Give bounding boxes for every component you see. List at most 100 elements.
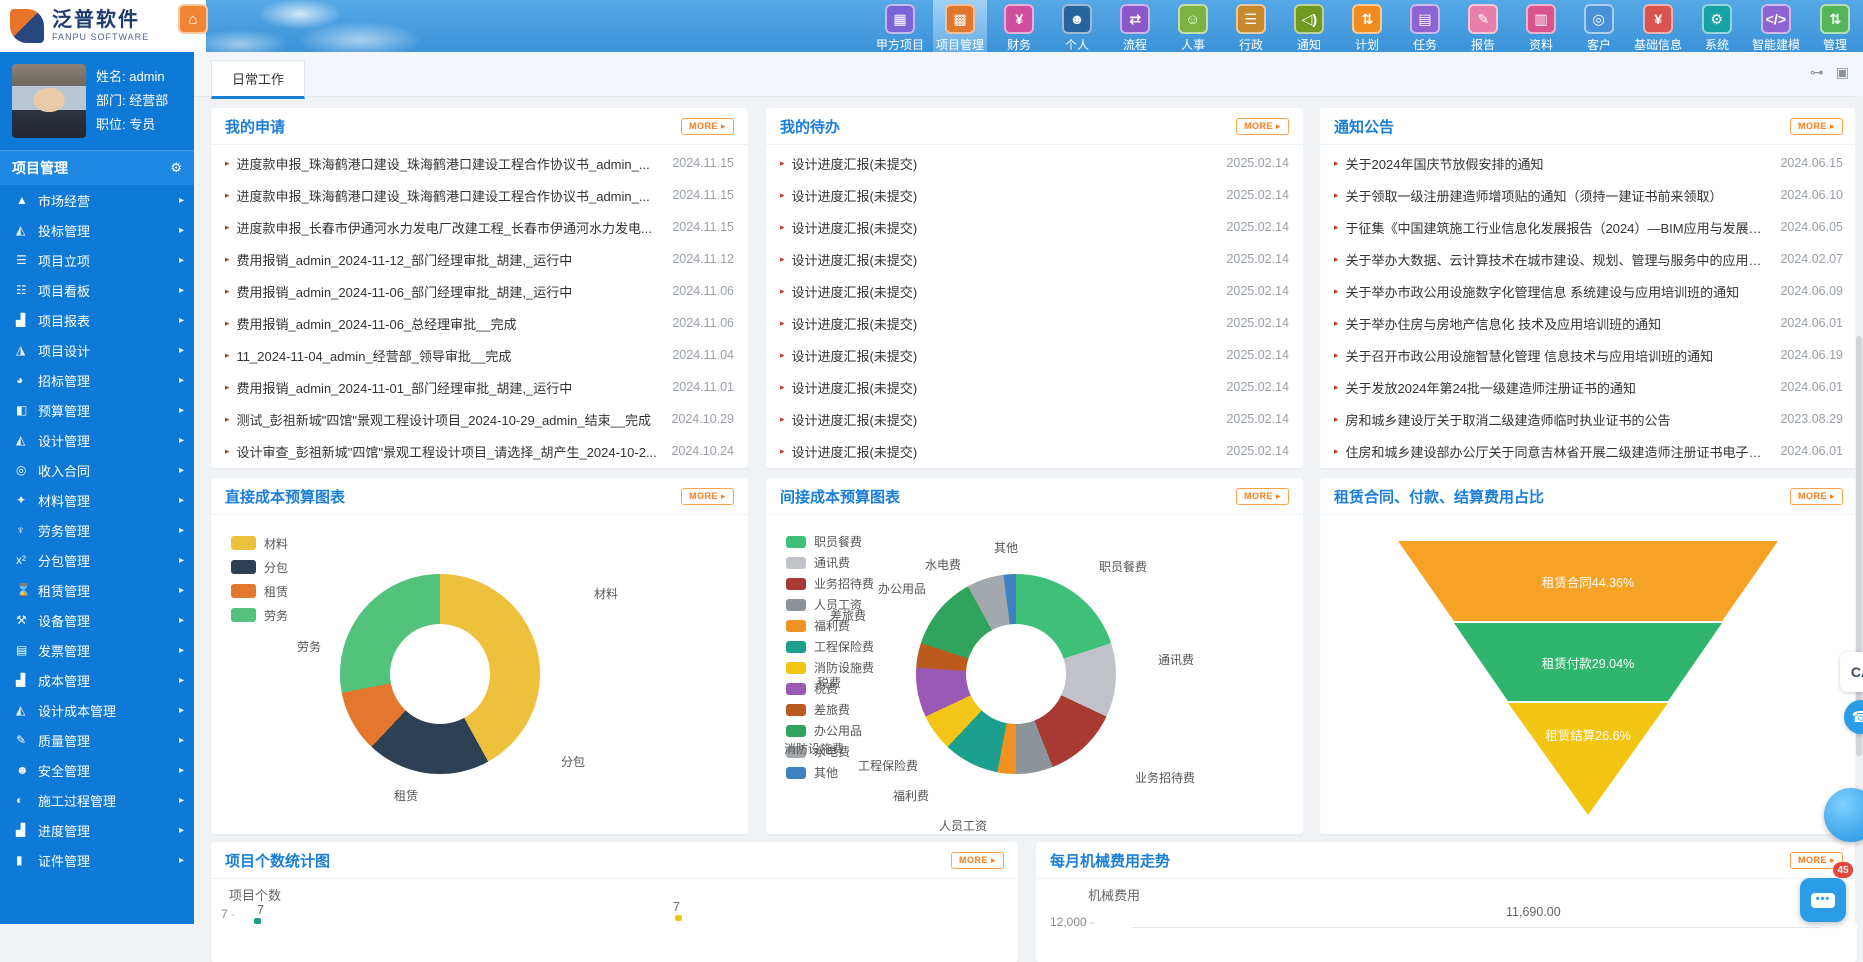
more-button[interactable]: MORE	[681, 488, 734, 505]
nav-item[interactable]: ✎ 报告	[1457, 0, 1509, 52]
legend-item[interactable]: 通讯费	[786, 552, 874, 573]
sidebar-menu-item[interactable]: ◐ 施工过程管理 ▸	[0, 785, 194, 815]
request-list-item[interactable]: ▸ 11_2024-11-04_admin_经营部_领导审批__完成 2024.…	[225, 339, 734, 371]
request-list-item[interactable]: ▸ 费用报销_admin_2024-11-06_总经理审批__完成 2024.1…	[225, 307, 734, 339]
sidebar-menu-item[interactable]: ◭ 投标管理 ▸	[0, 215, 194, 245]
nav-item[interactable]: ¥ 基础信息	[1631, 0, 1685, 52]
legend-item[interactable]: 差旅费	[786, 699, 874, 720]
project-count-chart[interactable]: 项目个数 7 7 7	[211, 879, 1018, 962]
scrollbar-thumb[interactable]	[1856, 336, 1862, 756]
request-list-item[interactable]: ▸ 测试_彭祖新城"四馆"景观工程设计项目_2024-10-29_admin_结…	[225, 403, 734, 435]
notice-list-item[interactable]: ▸ 关于举办市政公用设施数字化管理信息 系统建设与应用培训班的通知 2024.0…	[1334, 275, 1843, 307]
sidebar-menu-item[interactable]: ♆ 劳务管理 ▸	[0, 515, 194, 545]
funnel-segment[interactable]: 租赁合同44.36%	[1398, 541, 1778, 621]
sidebar-menu-item[interactable]: ▟ 进度管理 ▸	[0, 815, 194, 845]
request-list-item[interactable]: ▸ 费用报销_admin_2024-11-06_部门经理审批_胡建,_运行中 2…	[225, 275, 734, 307]
sidebar-menu-item[interactable]: ▤ 发票管理 ▸	[0, 635, 194, 665]
ca-widget[interactable]: CA	[1840, 652, 1863, 692]
legend-item[interactable]: 材料	[231, 531, 288, 555]
sidebar-section-header[interactable]: 项目管理 ⚙	[0, 151, 194, 185]
request-list-item[interactable]: ▸ 进度款申报_珠海鹤港口建设_珠海鹤港口建设工程合作协议书_admin_...…	[225, 147, 734, 179]
legend-item[interactable]: 工程保险费	[786, 636, 874, 657]
todo-list-item[interactable]: ▸ 设计进度汇报(未提交) 2025.02.14	[780, 179, 1289, 211]
nav-item[interactable]: ⇄ 流程	[1109, 0, 1161, 52]
legend-item[interactable]: 职员餐费	[786, 531, 874, 552]
nav-item[interactable]: ☻ 个人	[1051, 0, 1103, 52]
notice-list-item[interactable]: ▸ 关于发放2024年第24批一级建造师注册证书的通知 2024.06.01	[1334, 371, 1843, 403]
nav-item[interactable]: </> 智能建模	[1749, 0, 1803, 52]
todo-list-item[interactable]: ▸ 设计进度汇报(未提交) 2025.02.14	[780, 403, 1289, 435]
nav-item[interactable]: ⚙ 系统	[1691, 0, 1743, 52]
funnel-segment[interactable]: 租赁结算26.6%	[1508, 703, 1668, 815]
nav-item[interactable]: ☺ 人事	[1167, 0, 1219, 52]
legend-item[interactable]: 分包	[231, 555, 288, 579]
notice-list-item[interactable]: ▸ 住房和城乡建设部办公厅关于同意吉林省开展二级建造师注册证书电子化试点... …	[1334, 435, 1843, 467]
sidebar-menu-item[interactable]: ☷ 项目看板 ▸	[0, 275, 194, 305]
notice-list-item[interactable]: ▸ 关于举办住房与房地产信息化 技术及应用培训班的通知 2024.06.01	[1334, 307, 1843, 339]
request-list-item[interactable]: ▸ 进度款申报_珠海鹤港口建设_珠海鹤港口建设工程合作协议书_admin_...…	[225, 179, 734, 211]
more-button[interactable]: MORE	[1236, 488, 1289, 505]
indirect-cost-donut-chart[interactable]	[916, 574, 1116, 774]
sidebar-menu-item[interactable]: ✎ 质量管理 ▸	[0, 725, 194, 755]
more-button[interactable]: MORE	[1236, 118, 1289, 135]
nav-item[interactable]: ◎ 客户	[1573, 0, 1625, 52]
nav-portal[interactable]: ⌂ 门户	[170, 4, 216, 53]
sidebar-menu-item[interactable]: ◎ 收入合同 ▸	[0, 455, 194, 485]
legend-item[interactable]: 办公用品	[786, 720, 874, 741]
more-button[interactable]: MORE	[1790, 488, 1843, 505]
todo-list-item[interactable]: ▸ 设计进度汇报(未提交) 2025.02.14	[780, 307, 1289, 339]
nav-item[interactable]: ▩ 项目管理	[933, 0, 987, 52]
todo-list-item[interactable]: ▸ 设计进度汇报(未提交) 2025.02.14	[780, 211, 1289, 243]
funnel-segment[interactable]: 租赁付款29.04%	[1454, 623, 1722, 701]
chat-button[interactable]: •••	[1800, 878, 1846, 922]
nav-item[interactable]: ¥ 财务	[993, 0, 1045, 52]
sidebar-menu-item[interactable]: ☻ 安全管理 ▸	[0, 755, 194, 785]
nav-item[interactable]: ☰ 行政	[1225, 0, 1277, 52]
nav-item[interactable]: ⇅ 计划	[1341, 0, 1393, 52]
collapse-icon[interactable]: ▣	[1836, 64, 1849, 81]
sidebar-menu-item[interactable]: ◕ 招标管理 ▸	[0, 365, 194, 395]
sidebar-menu-item[interactable]: x² 分包管理 ▸	[0, 545, 194, 575]
more-button[interactable]: MORE	[681, 118, 734, 135]
request-list-item[interactable]: ▸ 进度款申报_长春市伊通河水力发电厂改建工程_长春市伊通河水力发电... 20…	[225, 211, 734, 243]
nav-item[interactable]: ▦ 甲方项目	[873, 0, 927, 52]
request-list-item[interactable]: ▸ 费用报销_admin_2024-11-01_部门经理审批_胡建,_运行中 2…	[225, 371, 734, 403]
sidebar-menu-item[interactable]: ◧ 预算管理 ▸	[0, 395, 194, 425]
sidebar-menu-item[interactable]: ◮ 项目设计 ▸	[0, 335, 194, 365]
sidebar-menu-item[interactable]: ◭ 设计管理 ▸	[0, 425, 194, 455]
legend-item[interactable]: 劳务	[231, 603, 288, 627]
todo-list-item[interactable]: ▸ 设计进度汇报(未提交) 2025.02.14	[780, 243, 1289, 275]
sidebar-menu-item[interactable]: ✦ 材料管理 ▸	[0, 485, 194, 515]
sidebar-menu-item[interactable]: ⚒ 设备管理 ▸	[0, 605, 194, 635]
legend-item[interactable]: 业务招待费	[786, 573, 874, 594]
sidebar-menu-item[interactable]: ◭ 设计成本管理 ▸	[0, 695, 194, 725]
machine-cost-chart[interactable]: 机械费用 12,000 11,690.00	[1036, 879, 1857, 962]
sidebar-menu-item[interactable]: ▲ 市场经营 ▸	[0, 185, 194, 215]
nav-item[interactable]: ▤ 任务	[1399, 0, 1451, 52]
sidebar-menu-item[interactable]: ⌛ 租赁管理 ▸	[0, 575, 194, 605]
notice-list-item[interactable]: ▸ 关于2024年国庆节放假安排的通知 2024.06.15	[1334, 147, 1843, 179]
todo-list-item[interactable]: ▸ 设计进度汇报(未提交) 2025.02.14	[780, 275, 1289, 307]
todo-list-item[interactable]: ▸ 设计进度汇报(未提交) 2025.02.14	[780, 339, 1289, 371]
key-icon[interactable]: ⊶	[1810, 64, 1824, 81]
request-list-item[interactable]: ▸ 费用报销_admin_2024-11-12_部门经理审批_胡建,_运行中 2…	[225, 243, 734, 275]
legend-item[interactable]: 租赁	[231, 579, 288, 603]
notice-list-item[interactable]: ▸ 房和城乡建设厅关于取消二级建造师临时执业证书的公告 2023.08.29	[1334, 403, 1843, 435]
sidebar-menu-item[interactable]: ☰ 项目立项 ▸	[0, 245, 194, 275]
notice-list-item[interactable]: ▸ 关于召开市政公用设施智慧化管理 信息技术与应用培训班的通知 2024.06.…	[1334, 339, 1843, 371]
tab-daily-work[interactable]: 日常工作	[211, 60, 305, 99]
nav-item[interactable]: ▥ 资料	[1515, 0, 1567, 52]
todo-list-item[interactable]: ▸ 设计进度汇报(未提交) 2025.02.14	[780, 435, 1289, 467]
request-list-item[interactable]: ▸ 设计审查_彭祖新城"四馆"景观工程设计项目_请选择_胡产生_2024-10-…	[225, 435, 734, 467]
nav-item[interactable]: ◁) 通知	[1283, 0, 1335, 52]
nav-item[interactable]: ⇅ 管理	[1809, 0, 1861, 52]
more-button[interactable]: MORE	[1790, 118, 1843, 135]
direct-cost-donut-chart[interactable]	[340, 574, 540, 774]
sidebar-menu-item[interactable]: ▟ 项目报表 ▸	[0, 305, 194, 335]
todo-list-item[interactable]: ▸ 设计进度汇报(未提交) 2025.02.14	[780, 147, 1289, 179]
sidebar-menu-item[interactable]: ▮ 证件管理 ▸	[0, 845, 194, 875]
gear-icon[interactable]: ⚙	[170, 160, 182, 176]
notice-list-item[interactable]: ▸ 于征集《中国建筑施工行业信息化发展报告（2024）—BIM应用与发展》材料.…	[1334, 211, 1843, 243]
todo-list-item[interactable]: ▸ 设计进度汇报(未提交) 2025.02.14	[780, 371, 1289, 403]
notice-list-item[interactable]: ▸ 关于领取一级注册建造师增项贴的通知（须持一建证书前来领取） 2024.06.…	[1334, 179, 1843, 211]
